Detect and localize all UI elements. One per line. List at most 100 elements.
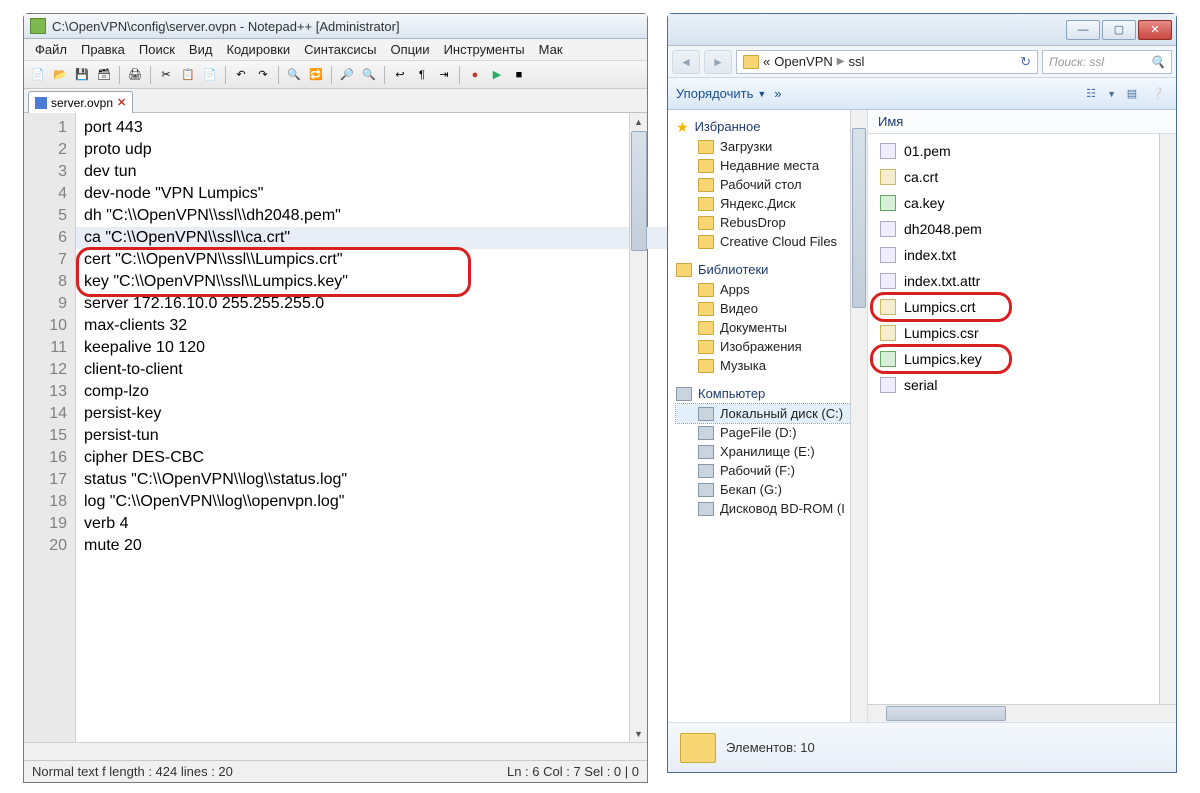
menu-view[interactable]: Вид bbox=[182, 40, 220, 59]
tree-item[interactable]: Музыка bbox=[676, 356, 867, 375]
replace-icon[interactable]: 🔁 bbox=[306, 65, 326, 85]
zoom-out-icon[interactable]: 🔍 bbox=[359, 65, 379, 85]
drive-icon bbox=[698, 445, 714, 459]
record-icon[interactable]: ● bbox=[465, 65, 485, 85]
file-item[interactable]: serial bbox=[874, 372, 1170, 398]
breadcrumb-seg-openvpn[interactable]: OpenVPN bbox=[774, 54, 833, 69]
breadcrumb[interactable]: « OpenVPN ▶ ssl ↻ bbox=[736, 50, 1038, 74]
code-editor[interactable]: 1234567891011121314151617181920 port 443… bbox=[24, 113, 647, 760]
notepad-titlebar[interactable]: C:\OpenVPN\config\server.ovpn - Notepad+… bbox=[24, 14, 647, 39]
file-item[interactable]: index.txt.attr bbox=[874, 268, 1170, 294]
show-symbols-icon[interactable]: ¶ bbox=[412, 65, 432, 85]
menu-encoding[interactable]: Кодировки bbox=[219, 40, 297, 59]
scrollbar-thumb[interactable] bbox=[852, 128, 866, 308]
editor-horizontal-scrollbar[interactable] bbox=[24, 742, 647, 760]
save-icon[interactable]: 💾 bbox=[72, 65, 92, 85]
play-icon[interactable]: ▶ bbox=[487, 65, 507, 85]
tree-item[interactable]: Загрузки bbox=[676, 137, 867, 156]
tree-item[interactable]: Недавние места bbox=[676, 156, 867, 175]
files-vertical-scrollbar[interactable] bbox=[1159, 134, 1176, 704]
tree-scrollbar[interactable] bbox=[850, 110, 867, 722]
file-item[interactable]: Lumpics.crt bbox=[874, 294, 1170, 320]
folder-tree[interactable]: ★Избранное ЗагрузкиНедавние местаРабочий… bbox=[668, 110, 868, 722]
explorer-titlebar[interactable]: — ▢ ✕ bbox=[668, 14, 1176, 46]
libraries-title[interactable]: Библиотеки bbox=[698, 262, 768, 277]
scroll-down-icon[interactable]: ▼ bbox=[630, 725, 647, 742]
tree-item[interactable]: Дисковод BD-ROM (I bbox=[676, 499, 867, 518]
menu-edit[interactable]: Правка bbox=[74, 40, 132, 59]
view-mode-icon[interactable]: ☷ bbox=[1081, 84, 1101, 104]
tree-item[interactable]: Локальный диск (C:) bbox=[676, 404, 867, 423]
scroll-up-icon[interactable]: ▲ bbox=[630, 113, 647, 130]
menu-search[interactable]: Поиск bbox=[132, 40, 182, 59]
tree-item[interactable]: Рабочий (F:) bbox=[676, 461, 867, 480]
zoom-in-icon[interactable]: 🔎 bbox=[337, 65, 357, 85]
code-area[interactable]: port 443proto udpdev tundev-node "VPN Lu… bbox=[76, 113, 647, 760]
tree-item[interactable]: Видео bbox=[676, 299, 867, 318]
tree-item[interactable]: Хранилище (E:) bbox=[676, 442, 867, 461]
column-header-name[interactable]: Имя bbox=[868, 110, 1176, 134]
organize-menu[interactable]: Упорядочить ▼ bbox=[676, 86, 766, 101]
print-icon[interactable]: 🖨 bbox=[125, 65, 145, 85]
tree-item[interactable]: Документы bbox=[676, 318, 867, 337]
tree-item[interactable]: Изображения bbox=[676, 337, 867, 356]
maximize-button[interactable]: ▢ bbox=[1102, 20, 1136, 40]
tree-item[interactable]: Бекап (G:) bbox=[676, 480, 867, 499]
scrollbar-thumb[interactable] bbox=[631, 131, 647, 251]
editor-vertical-scrollbar[interactable]: ▲ ▼ bbox=[629, 113, 647, 760]
scrollbar-thumb[interactable] bbox=[886, 706, 1006, 721]
file-item[interactable]: index.txt bbox=[874, 242, 1170, 268]
tree-item-label: Хранилище (E:) bbox=[720, 444, 815, 459]
copy-icon[interactable]: 📋 bbox=[178, 65, 198, 85]
computer-icon bbox=[676, 387, 692, 401]
tab-close-icon[interactable]: ✕ bbox=[117, 96, 126, 109]
undo-icon[interactable]: ↶ bbox=[231, 65, 251, 85]
menu-file[interactable]: Файл bbox=[28, 40, 74, 59]
breadcrumb-seg-ssl[interactable]: ssl bbox=[848, 54, 864, 69]
files-horizontal-scrollbar[interactable] bbox=[868, 704, 1176, 722]
file-icon bbox=[880, 143, 896, 159]
tree-item[interactable]: PageFile (D:) bbox=[676, 423, 867, 442]
tree-item[interactable]: Apps bbox=[676, 280, 867, 299]
cut-icon[interactable]: ✂ bbox=[156, 65, 176, 85]
file-item[interactable]: Lumpics.key bbox=[874, 346, 1170, 372]
save-all-icon[interactable]: 🗃 bbox=[94, 65, 114, 85]
file-item[interactable]: 01.pem bbox=[874, 138, 1170, 164]
redo-icon[interactable]: ↷ bbox=[253, 65, 273, 85]
tree-item[interactable]: Яндекс.Диск bbox=[676, 194, 867, 213]
back-button[interactable]: ◄ bbox=[672, 50, 700, 74]
paste-icon[interactable]: 📄 bbox=[200, 65, 220, 85]
search-input[interactable]: Поиск: ssl 🔍 bbox=[1042, 50, 1172, 74]
more-commands[interactable]: » bbox=[774, 86, 781, 101]
minimize-button[interactable]: — bbox=[1066, 20, 1100, 40]
new-file-icon[interactable]: 📄 bbox=[28, 65, 48, 85]
help-icon[interactable]: ❔ bbox=[1148, 84, 1168, 104]
close-button[interactable]: ✕ bbox=[1138, 20, 1172, 40]
file-item[interactable]: ca.key bbox=[874, 190, 1170, 216]
tree-item[interactable]: Рабочий стол bbox=[676, 175, 867, 194]
tree-item-label: Дисковод BD-ROM (I bbox=[720, 501, 845, 516]
indent-icon[interactable]: ⇥ bbox=[434, 65, 454, 85]
wrap-icon[interactable]: ↩ bbox=[390, 65, 410, 85]
file-list[interactable]: 01.pemca.crtca.keydh2048.pemindex.txtind… bbox=[868, 134, 1176, 402]
menu-options[interactable]: Опции bbox=[383, 40, 436, 59]
file-item[interactable]: ca.crt bbox=[874, 164, 1170, 190]
menu-syntax[interactable]: Синтаксисы bbox=[297, 40, 383, 59]
notepad-toolbar: 📄 📂 💾 🗃 🖨 ✂ 📋 📄 ↶ ↷ 🔍 🔁 🔎 🔍 ↩ ¶ ⇥ ● ▶ ■ bbox=[24, 61, 647, 89]
stop-icon[interactable]: ■ bbox=[509, 65, 529, 85]
open-file-icon[interactable]: 📂 bbox=[50, 65, 70, 85]
tree-item[interactable]: Creative Cloud Files bbox=[676, 232, 867, 251]
tree-item[interactable]: RebusDrop bbox=[676, 213, 867, 232]
find-icon[interactable]: 🔍 bbox=[284, 65, 304, 85]
file-tab-server[interactable]: server.ovpn ✕ bbox=[28, 91, 133, 113]
favorites-title[interactable]: Избранное bbox=[695, 119, 761, 134]
chevron-down-icon[interactable]: ▼ bbox=[1107, 89, 1116, 99]
forward-button[interactable]: ► bbox=[704, 50, 732, 74]
menu-macro[interactable]: Мак bbox=[532, 40, 570, 59]
refresh-icon[interactable]: ↻ bbox=[1020, 54, 1031, 70]
menu-tools[interactable]: Инструменты bbox=[437, 40, 532, 59]
file-item[interactable]: dh2048.pem bbox=[874, 216, 1170, 242]
preview-pane-icon[interactable]: ▤ bbox=[1122, 84, 1142, 104]
computer-title[interactable]: Компьютер bbox=[698, 386, 765, 401]
file-item[interactable]: Lumpics.csr bbox=[874, 320, 1170, 346]
